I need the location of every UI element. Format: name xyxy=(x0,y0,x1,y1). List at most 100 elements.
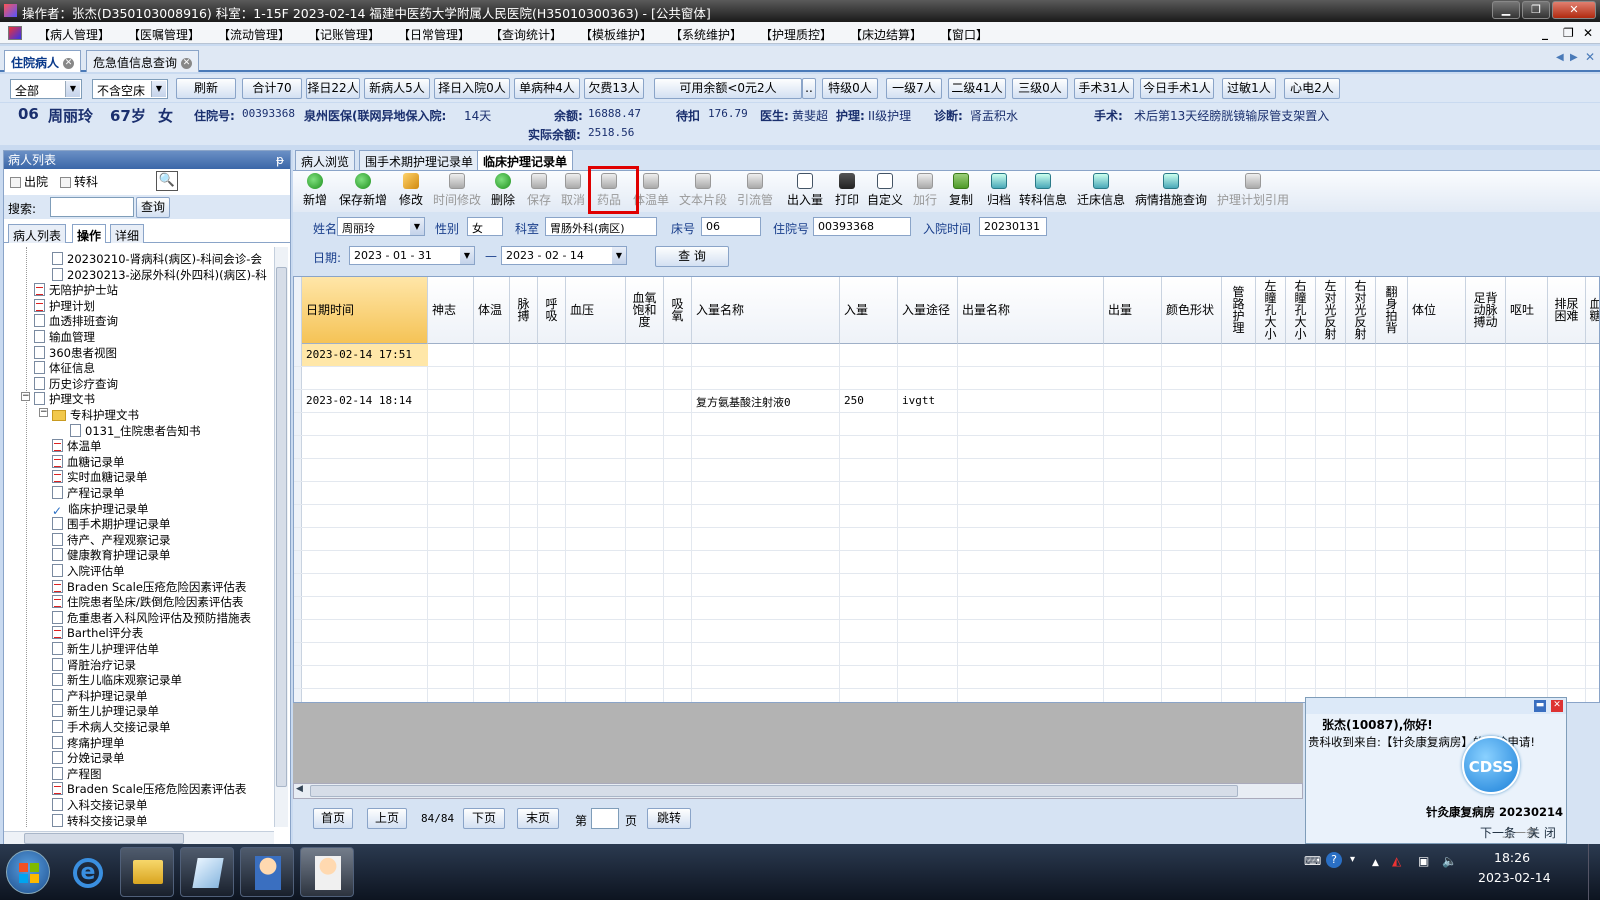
tray-app-icon[interactable]: ◭ xyxy=(1392,854,1401,868)
tree-item[interactable]: 新生儿护理记录单 xyxy=(52,703,159,719)
refresh-button[interactable]: 刷新 xyxy=(176,78,236,99)
column-header[interactable]: 入量途径 xyxy=(898,277,958,344)
column-header[interactable]: 右瞳孔大小 xyxy=(1286,277,1316,344)
table-cell-intake[interactable]: 250 xyxy=(844,394,864,407)
tree-item[interactable]: 20230210-肾病科(病区)-科间会诊-会 xyxy=(52,251,262,267)
tree-item[interactable]: Braden Scale压疮危险因素评估表 xyxy=(52,579,246,595)
first-page-button[interactable]: 首页 xyxy=(313,808,353,829)
tree-item[interactable]: 入科交接记录单 xyxy=(52,797,148,813)
column-header[interactable]: 出量名称 xyxy=(958,277,1104,344)
tree-item[interactable]: 360患者视图 xyxy=(34,345,117,361)
tree-item[interactable]: 转科交接记录单 xyxy=(52,813,148,827)
taskbar-nurse-button[interactable] xyxy=(300,847,354,897)
table-row[interactable] xyxy=(294,413,1599,436)
allergy-button[interactable]: 过敏1人 xyxy=(1222,78,1276,99)
taskbar-explorer-button[interactable] xyxy=(120,847,174,897)
minimize-icon[interactable]: ▬ xyxy=(1534,700,1546,712)
tree-item[interactable]: 住院患者坠床/跌倒危险因素评估表 xyxy=(52,594,243,610)
level2-care-button[interactable]: 二级41人 xyxy=(948,78,1006,99)
name-field[interactable]: 周丽玲 ▼ xyxy=(337,217,425,236)
tree-item[interactable]: 手术病人交接记录单 xyxy=(52,719,171,735)
toolbar-save-button[interactable]: 保存 xyxy=(527,173,551,208)
tab-perioperative-record[interactable]: 围手术期护理记录单 xyxy=(359,150,480,170)
sex-field[interactable]: 女 xyxy=(467,217,503,236)
column-header[interactable]: 日期时间 xyxy=(302,277,428,344)
page-input[interactable] xyxy=(591,808,619,829)
chevron-down-icon[interactable]: ▼ xyxy=(460,247,474,264)
tab-scroll-right-icon[interactable]: ▶ xyxy=(1570,52,1578,63)
menu-daily[interactable]: 【日常管理】 xyxy=(398,26,470,43)
tree-item[interactable]: 新生儿护理评估单 xyxy=(52,641,159,657)
tree-item[interactable]: 产程图 xyxy=(52,766,102,782)
menu-system[interactable]: 【系统维护】 xyxy=(670,26,742,43)
column-header[interactable]: 管路护理 xyxy=(1222,277,1256,344)
tab-inpatients[interactable]: 住院病人 ✕ xyxy=(4,50,82,72)
column-header[interactable]: 左对光反射 xyxy=(1316,277,1346,344)
tree-item[interactable]: 血透排班查询 xyxy=(34,313,118,329)
tree-item[interactable]: 产科护理记录单 xyxy=(52,688,148,704)
column-header[interactable]: 入量 xyxy=(840,277,898,344)
tree-item[interactable]: 历史诊疗查询 xyxy=(34,376,118,392)
menu-billing[interactable]: 【记账管理】 xyxy=(308,26,380,43)
table-row[interactable] xyxy=(294,620,1599,643)
level1-care-button[interactable]: 一级7人 xyxy=(886,78,942,99)
grid-horizontal-scrollbar[interactable]: ◀ xyxy=(293,783,1303,799)
taskbar-ie-button[interactable]: e xyxy=(60,847,114,897)
single-disease-button[interactable]: 单病种4人 xyxy=(514,78,580,99)
clock-time[interactable]: 18:26 xyxy=(1494,850,1530,865)
tree-item[interactable]: 专科护理文书 xyxy=(52,407,139,423)
tray-arrow-icon[interactable]: ▾ xyxy=(1350,854,1355,865)
tree-item[interactable]: 分娩记录单 xyxy=(52,750,125,766)
toolbar-add-button[interactable]: 新增 xyxy=(303,173,327,208)
column-header[interactable]: 足背动脉搏动 xyxy=(1466,277,1506,344)
transfer-checkbox[interactable]: 转科 xyxy=(60,173,98,190)
search-input[interactable] xyxy=(50,197,134,217)
toolbar-intake-output-button[interactable]: 出入量 xyxy=(787,173,823,208)
toolbar-transfer-info-button[interactable]: 转科信息 xyxy=(1019,173,1067,208)
scheduled-admission-button[interactable]: 择日入院0人 xyxy=(434,78,510,99)
scheduled-button[interactable]: 择日22人 xyxy=(306,78,360,99)
column-header[interactable]: 脉搏 xyxy=(510,277,538,344)
tab-scroll-left-icon[interactable]: ◀ xyxy=(1556,52,1564,63)
start-button[interactable] xyxy=(6,850,50,894)
toolbar-copy-button[interactable]: 复制 xyxy=(949,173,973,208)
tree-item[interactable]: 产程记录单 xyxy=(52,485,125,501)
column-header[interactable]: 呼吸 xyxy=(538,277,566,344)
tab-details[interactable]: 详细 xyxy=(110,224,145,243)
search-button[interactable]: 查询 xyxy=(136,197,170,218)
toolbar-delete-button[interactable]: 删除 xyxy=(491,173,515,208)
help-icon[interactable]: ? xyxy=(1326,852,1342,868)
last-page-button[interactable]: 末页 xyxy=(517,808,559,829)
new-patients-button[interactable]: 新病人5人 xyxy=(364,78,430,99)
column-header[interactable]: 神志 xyxy=(428,277,474,344)
toolbar-time-edit-button[interactable]: 时间修改 xyxy=(433,173,481,208)
toolbar-save-add-button[interactable]: 保存新增 xyxy=(339,173,387,208)
close-icon[interactable]: ✕ xyxy=(181,58,193,69)
menu-bedside[interactable]: 【床边结算】 xyxy=(850,26,922,43)
table-cell-route[interactable]: ivgtt xyxy=(902,394,935,407)
scroll-left-icon[interactable]: ◀ xyxy=(296,784,303,794)
tree-item[interactable]: 入院评估单 xyxy=(52,563,125,579)
special-care-button[interactable]: 特级0人 xyxy=(822,78,878,99)
volume-icon[interactable]: 🔈 xyxy=(1442,854,1457,868)
tree-horizontal-scrollbar[interactable] xyxy=(4,831,274,845)
tree-item[interactable]: Barthel评分表 xyxy=(52,625,143,641)
table-row[interactable] xyxy=(294,344,1599,367)
toolbar-edit-button[interactable]: 修改 xyxy=(399,173,423,208)
table-row[interactable] xyxy=(294,666,1599,689)
table-row[interactable] xyxy=(294,459,1599,482)
menu-orders[interactable]: 【医嘱管理】 xyxy=(128,26,200,43)
column-header[interactable]: 翻身拍背 xyxy=(1376,277,1408,344)
scroll-thumb[interactable] xyxy=(24,833,184,844)
tree-vertical-scrollbar[interactable] xyxy=(274,247,288,827)
close-icon[interactable]: ✕ xyxy=(63,58,75,69)
clock-date[interactable]: 2023-02-14 xyxy=(1478,870,1551,885)
adm-time-field[interactable]: 20230131 xyxy=(979,217,1047,236)
adm-no-field[interactable]: 00393368 xyxy=(813,217,911,236)
tree-item[interactable]: 血糖记录单 xyxy=(52,454,125,470)
tree-item[interactable]: 20230213-泌尿外科(外四科)(病区)-科 xyxy=(52,267,267,283)
restore-button[interactable]: ❐ xyxy=(1522,1,1550,19)
toolbar-drainage-tube-button[interactable]: 引流管 xyxy=(737,173,773,208)
column-header[interactable]: 血氧饱和度 xyxy=(626,277,664,344)
table-row[interactable] xyxy=(294,597,1599,620)
